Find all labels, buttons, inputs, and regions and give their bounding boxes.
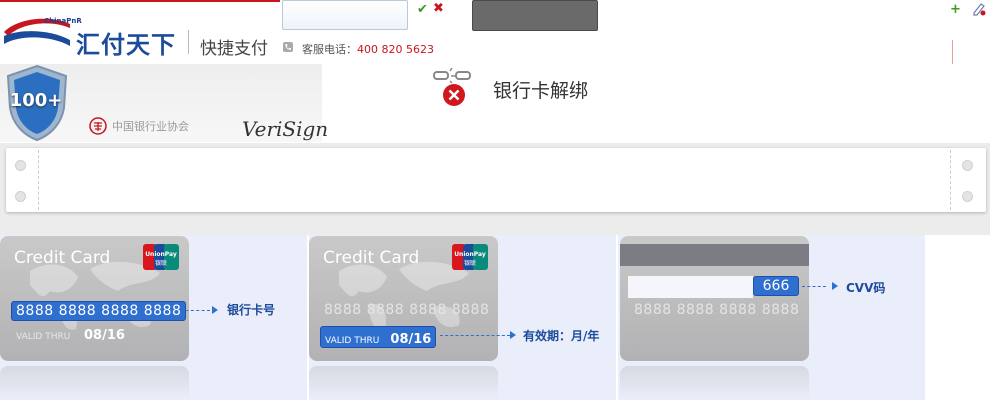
service-label: 客服电话：	[302, 43, 357, 56]
leader-line	[180, 310, 210, 311]
arrow-icon	[212, 306, 218, 314]
arrow-icon	[832, 282, 838, 290]
verisign-logo: VeriSign	[242, 117, 329, 141]
cancel-x-icon[interactable]: ✖	[433, 1, 444, 16]
unionpay-logo: UnionPay 银联	[143, 244, 179, 270]
add-plus-icon[interactable]: +	[950, 2, 961, 17]
panel-hole	[15, 160, 26, 171]
unbind-icon	[433, 68, 471, 106]
logo-small-text: ChinaPnR	[44, 17, 82, 25]
expiry-annotation: 有效期：月/年	[523, 329, 600, 343]
card-reflection	[309, 366, 498, 400]
panel-perforation	[38, 150, 39, 210]
leader-line	[440, 335, 510, 336]
cvv-highlight: 666	[753, 276, 799, 296]
confirm-check-icon[interactable]: ✔	[417, 2, 428, 17]
arrow-icon	[510, 331, 516, 339]
leader-line	[802, 286, 826, 287]
panel-perforation	[950, 150, 951, 210]
logo: ChinaPnR 汇付天下 快捷支付	[0, 0, 280, 62]
service-phone: 400 820 5623	[357, 43, 434, 56]
side-tab[interactable]	[952, 40, 961, 64]
cvv-diagram: 666 8888 8888 8888 8888	[620, 236, 809, 361]
phone-icon	[283, 42, 293, 52]
form-panel	[6, 148, 986, 212]
svg-text:银联: 银联	[155, 259, 167, 267]
card-number-highlight: 8888 8888 8888 8888	[11, 301, 187, 321]
valid-thru-date: 08/16	[390, 332, 432, 347]
top-input[interactable]	[282, 0, 408, 30]
expiry-diagram: Credit Card UnionPay 银联 8888 8888 8888 8…	[309, 236, 498, 361]
brand-divider	[188, 30, 189, 54]
security-badges: 100+ 中国银行业协会 VeriSign	[0, 64, 328, 142]
card-reflection	[0, 366, 189, 400]
gray-button[interactable]	[472, 0, 598, 31]
panel-hole	[15, 191, 26, 202]
card-reflection	[620, 366, 809, 400]
card-number-annotation: 银行卡号	[227, 303, 276, 317]
brand-subtitle: 快捷支付	[200, 39, 268, 59]
panel-hole	[962, 191, 973, 202]
unionpay-logo: UnionPay 银联	[452, 244, 488, 270]
card-number-text: 8888 8888 8888 8888	[634, 302, 800, 318]
svg-text:UnionPay: UnionPay	[454, 251, 486, 258]
card-number-text: 8888 8888 8888 8888	[324, 302, 490, 318]
cvv-annotation: CVV码	[846, 281, 886, 295]
card-title: Credit Card	[14, 248, 111, 268]
service-hotline: 客服电话：400 820 5623	[302, 41, 434, 57]
bank-association-icon	[89, 117, 107, 135]
shield-text: 100+	[9, 90, 63, 111]
magnetic-stripe	[620, 244, 809, 266]
card-title: Credit Card	[323, 248, 420, 268]
svg-text:UnionPay: UnionPay	[145, 251, 177, 258]
valid-thru-date: 08/16	[84, 328, 125, 343]
svg-text:银联: 银联	[464, 259, 476, 267]
edit-icon[interactable]	[972, 2, 986, 16]
valid-thru-label: VALID THRU	[16, 332, 71, 342]
page-title: 银行卡解绑	[493, 80, 589, 102]
panel-hole	[962, 160, 973, 171]
brand-name: 汇付天下	[76, 31, 176, 59]
bank-association-text: 中国银行业协会	[112, 120, 189, 133]
valid-thru-highlight: VALID THRU 08/16	[320, 326, 437, 348]
valid-thru-label: VALID THRU	[325, 336, 380, 346]
signature-strip	[628, 276, 753, 298]
card-number-diagram: Credit Card UnionPay 银联 8888 8888 8888 8…	[0, 236, 189, 361]
